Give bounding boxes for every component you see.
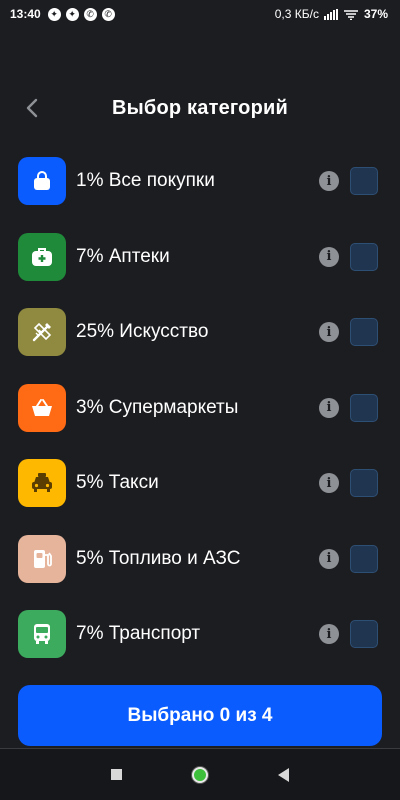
- network-speed: 0,3 КБ/с: [274, 7, 319, 21]
- category-label: 5% Топливо и АЗС: [76, 547, 241, 569]
- fuel-pump-icon: [18, 534, 66, 583]
- info-icon[interactable]: i: [319, 322, 339, 342]
- category-row-supermarkets[interactable]: 3% Супермаркеты i: [0, 380, 400, 456]
- category-label: 5% Такси: [76, 472, 159, 493]
- selection-submit-button[interactable]: Выбрано 0 из 4: [18, 685, 382, 746]
- category-label: 3% Супермаркеты: [76, 396, 239, 418]
- info-icon[interactable]: i: [319, 171, 339, 191]
- shopping-bag-icon: [18, 157, 66, 205]
- category-row-fuel[interactable]: 5% Топливо и АЗС i: [0, 531, 400, 607]
- bus-icon: [18, 610, 66, 658]
- notification-icon: ✦: [65, 7, 79, 21]
- category-checkbox[interactable]: [350, 544, 378, 573]
- art-tools-icon: [18, 308, 66, 356]
- viber-icon: ✆: [83, 7, 97, 21]
- home-icon[interactable]: [192, 766, 208, 783]
- status-right: 0,3 КБ/с 37%: [275, 7, 388, 21]
- category-row-pharmacies[interactable]: 7% Аптеки i: [0, 229, 400, 305]
- battery-level: 37%: [363, 7, 388, 21]
- category-checkbox[interactable]: [350, 393, 378, 422]
- category-row-transport[interactable]: 7% Транспорт i: [0, 606, 400, 682]
- category-row-taxi[interactable]: 5% Такси i: [0, 455, 400, 531]
- recent-apps-icon[interactable]: [111, 769, 122, 780]
- system-navigation-bar: [0, 748, 400, 800]
- back-triangle-icon[interactable]: [278, 767, 289, 782]
- category-list: 1% Все покупки i 7% Аптеки i 25% Искусст…: [0, 153, 400, 682]
- viber-icon: ✆: [101, 7, 115, 21]
- category-label: 1% Все покупки: [76, 170, 215, 191]
- category-label: 7% Транспорт: [76, 623, 201, 644]
- wifi-icon: [343, 9, 358, 20]
- taxi-icon: [18, 459, 66, 507]
- chevron-left-icon: [26, 98, 38, 118]
- shopping-basket-icon: [18, 383, 66, 432]
- category-row-art[interactable]: 25% Искусство i: [0, 304, 400, 380]
- info-icon[interactable]: i: [319, 548, 339, 569]
- page-title: Выбор категорий: [111, 96, 288, 119]
- status-time: 13:40: [10, 7, 41, 21]
- category-checkbox[interactable]: [350, 242, 378, 271]
- info-icon[interactable]: i: [319, 473, 339, 493]
- notification-icon: ✦: [47, 7, 61, 21]
- signal-icon: [323, 8, 338, 20]
- category-checkbox[interactable]: [350, 167, 378, 195]
- info-icon[interactable]: i: [319, 246, 339, 267]
- category-checkbox[interactable]: [350, 469, 378, 497]
- first-aid-kit-icon: [18, 232, 66, 281]
- header: Выбор категорий: [0, 88, 400, 128]
- category-checkbox[interactable]: [350, 620, 378, 648]
- status-bar: 13:40 ✦ ✦ ✆ ✆ 0,3 КБ/с 37%: [0, 0, 400, 28]
- status-left: 13:40 ✦ ✦ ✆ ✆: [10, 7, 115, 21]
- info-icon[interactable]: i: [319, 397, 339, 418]
- category-row-all-purchases[interactable]: 1% Все покупки i: [0, 153, 400, 229]
- category-label: 7% Аптеки: [76, 245, 170, 267]
- category-label: 25% Искусство: [76, 321, 209, 342]
- info-icon[interactable]: i: [319, 624, 339, 644]
- category-checkbox[interactable]: [350, 318, 378, 346]
- back-button[interactable]: [18, 94, 46, 122]
